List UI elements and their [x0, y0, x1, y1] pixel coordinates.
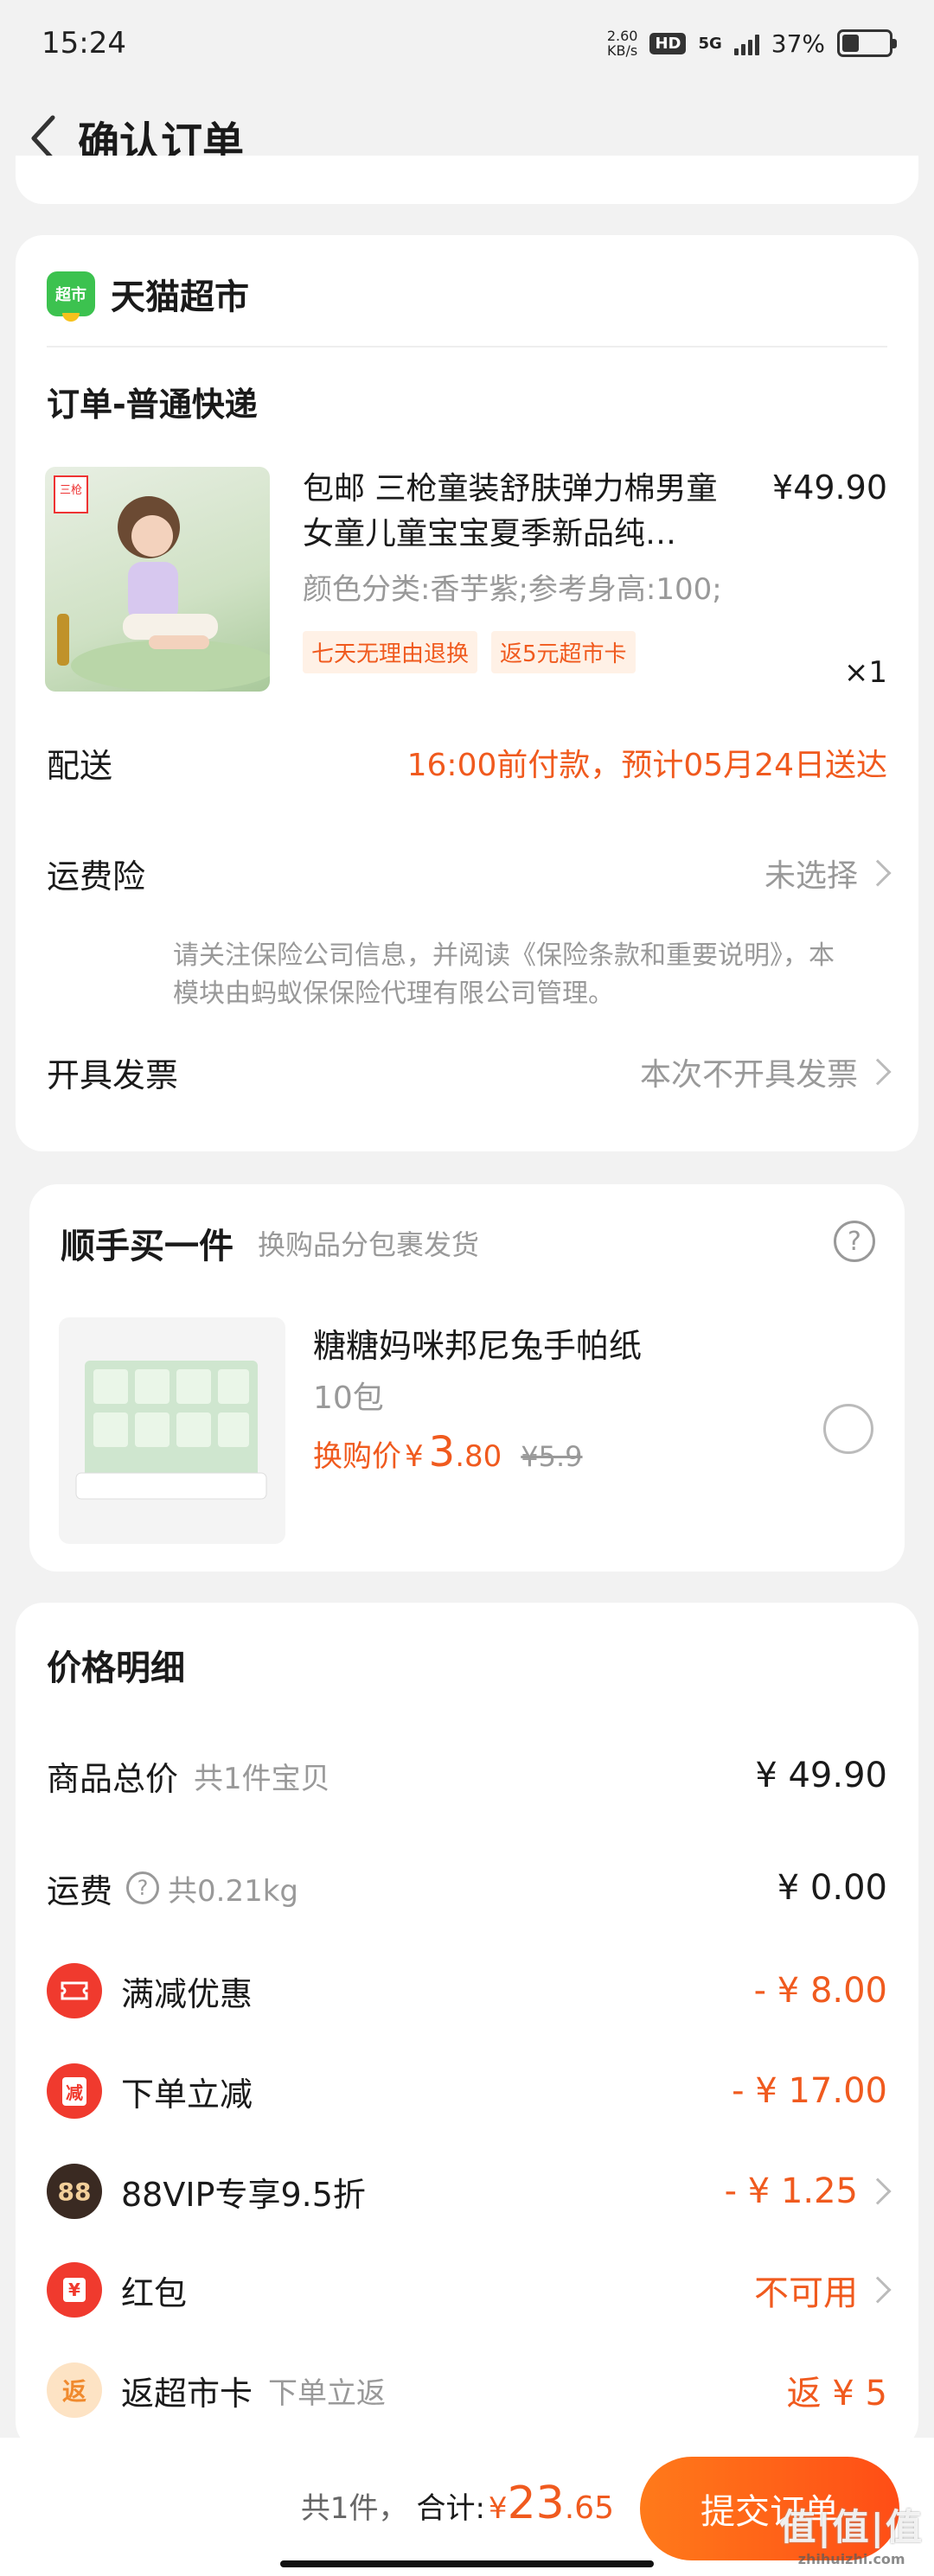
status-icons: 2.60 KB/s HD 5G 37% — [606, 28, 897, 59]
discount-label: 红包 — [121, 2273, 188, 2312]
price-detail-header: 价格明细 — [47, 1637, 887, 1693]
addon-price: 换购价 ¥ 3 .80 ¥5.9 — [313, 1428, 583, 1476]
net-speed: 2.60 KB/s — [606, 28, 638, 59]
addon-title: 顺手买一件 — [61, 1227, 234, 1266]
watermark: 值|值|值 zhihuizhi.com — [779, 2506, 924, 2567]
addon-item-name[interactable]: 糖糖妈咪邦尼兔手帕纸 — [313, 1319, 642, 1367]
reduce-icon: 减 — [47, 2063, 102, 2119]
items-total-value: ¥ 49.90 — [755, 1756, 887, 1795]
return-policy-tag: 七天无理由退换 — [303, 631, 478, 673]
total-dec: .65 — [564, 2490, 614, 2526]
help-icon[interactable]: ? — [834, 1221, 875, 1262]
items-total-label: 商品总价 — [47, 1759, 179, 1798]
help-icon[interactable]: ? — [126, 1871, 160, 1904]
home-indicator[interactable] — [280, 2560, 654, 2567]
addon-original-price: ¥5.9 — [521, 1440, 583, 1473]
shipping-weight: 共0.21kg — [168, 1873, 298, 1909]
shipping-label: 运费 — [47, 1871, 113, 1910]
chevron-right-icon — [864, 2177, 892, 2205]
discount-value: - ¥ 1.25 — [724, 2171, 858, 2211]
product-price: ¥49.90 — [772, 469, 887, 507]
insurance-label: 运费险 — [47, 857, 146, 896]
product-image[interactable]: 三枪 — [45, 467, 270, 692]
child-photo — [57, 496, 270, 692]
order-total: 共1件， 合计: ¥ 23 .65 — [300, 2477, 614, 2529]
product-spec[interactable]: 颜色分类:香芋紫;参考身高:100; — [303, 565, 722, 608]
battery-icon — [837, 29, 897, 57]
discount-sub: 下单立返 — [268, 2375, 387, 2411]
order-section-title: 订单-普通快递 — [47, 385, 258, 424]
rebate-tag: 返5元超市卡 — [491, 631, 636, 673]
vip-88-icon: 88 — [47, 2164, 102, 2219]
order-section-header: 订单-普通快递 — [47, 373, 887, 429]
addon-product-image[interactable] — [59, 1317, 285, 1544]
discount-row-88vip[interactable]: 88 88VIP专享9.5折 - ¥ 1.25 — [47, 2161, 892, 2222]
network-type: 5G — [698, 34, 722, 53]
battery-percent: 37% — [771, 29, 825, 58]
discount-row-manjian: 满减优惠 - ¥ 8.00 — [47, 1961, 887, 2021]
clock: 15:24 — [42, 26, 126, 61]
addon-card: 顺手买一件 换购品分包裹发货 ? 糖糖妈咪邦尼兔手帕纸 10包 换购价 ¥ 3 … — [29, 1184, 905, 1572]
discount-value: 返 ¥ 5 — [786, 2374, 887, 2413]
tmall-supermarket-logo: 超市 — [47, 271, 95, 322]
items-total-row: 商品总价 共1件宝贝 ¥ 49.90 — [47, 1748, 887, 1803]
discount-value: - ¥ 17.00 — [732, 2071, 887, 2111]
product-tags: 七天无理由退换 返5元超市卡 — [303, 631, 636, 673]
store-header[interactable]: 超市 天猫超市 — [47, 266, 887, 322]
tissue-pack-image — [75, 1361, 267, 1500]
discount-label: 满减优惠 — [121, 1974, 253, 2013]
status-bar: 15:24 2.60 KB/s HD 5G 37% — [0, 0, 934, 86]
red-packet-icon: ¥ — [47, 2262, 102, 2318]
discount-value: 不可用 — [754, 2273, 858, 2313]
signal-icon — [733, 31, 759, 55]
discount-row-red-packet[interactable]: ¥ 红包 不可用 — [47, 2260, 892, 2320]
address-card-edge — [16, 156, 918, 204]
insurance-row[interactable]: 运费险 未选择 — [47, 847, 892, 899]
product-quantity: ×1 — [843, 655, 887, 690]
rebate-icon: 返 — [47, 2362, 102, 2418]
discount-label: 下单立减 — [121, 2075, 253, 2114]
addon-price-dec: .80 — [455, 1439, 502, 1474]
addon-subtitle: 换购品分包裹发货 — [258, 1228, 480, 1261]
shipping-value: ¥ 0.00 — [777, 1868, 887, 1908]
discount-label: 返超市卡 — [121, 2374, 253, 2413]
chevron-right-icon — [864, 1058, 892, 1086]
addon-header: 顺手买一件 换购品分包裹发货 — [61, 1215, 873, 1271]
addon-price-int: 3 — [428, 1428, 456, 1476]
hd-icon: HD — [649, 32, 687, 54]
discount-label: 88VIP专享9.5折 — [121, 2175, 366, 2214]
discount-value: - ¥ 8.00 — [753, 1971, 887, 2011]
divider — [47, 346, 887, 348]
invoice-label: 开具发票 — [47, 1055, 179, 1094]
addon-price-label: 换购价 — [313, 1439, 401, 1474]
order-card: 超市 天猫超市 订单-普通快递 三枪 包邮 三枪童装舒肤弹力棉男童女童儿童宝宝夏… — [16, 235, 918, 1151]
addon-select-radio[interactable] — [823, 1404, 873, 1454]
price-detail-card: 价格明细 商品总价 共1件宝贝 ¥ 49.90 运费 ? 共0.21kg ¥ 0… — [16, 1603, 918, 2450]
product-title[interactable]: 包邮 三枪童装舒肤弹力棉男童女童儿童宝宝夏季新品纯… — [303, 467, 735, 557]
discount-row-rebate: 返 返超市卡 下单立返 返 ¥ 5 — [47, 2360, 887, 2420]
item-count: 共1件， — [300, 2491, 408, 2526]
delivery-label: 配送 — [47, 746, 113, 785]
chevron-right-icon — [864, 2276, 892, 2304]
delivery-value: 16:00前付款，预计05月24日送达 — [406, 748, 887, 783]
invoice-row[interactable]: 开具发票 本次不开具发票 — [47, 1046, 892, 1098]
delivery-row: 配送 16:00前付款，预计05月24日送达 — [47, 736, 887, 788]
ticket-icon — [47, 1963, 102, 2018]
store-name: 天猫超市 — [111, 277, 249, 317]
chevron-right-icon — [864, 859, 892, 887]
insurance-value: 未选择 — [764, 858, 858, 894]
total-int: 23 — [507, 2477, 565, 2529]
price-detail-title: 价格明细 — [47, 1648, 185, 1688]
discount-row-instant: 减 下单立减 - ¥ 17.00 — [47, 2061, 887, 2121]
total-label: 合计: — [416, 2491, 485, 2526]
items-count: 共1件宝贝 — [194, 1761, 330, 1796]
addon-item-spec: 10包 — [313, 1380, 384, 1416]
invoice-value: 本次不开具发票 — [639, 1057, 858, 1093]
insurance-note: 请关注保险公司信息，并阅读《保险条款和重要说明》，本模块由蚂蚁保保险代理有限公司… — [173, 940, 835, 1009]
shipping-row: 运费 ? 共0.21kg ¥ 0.00 — [47, 1860, 887, 1916]
